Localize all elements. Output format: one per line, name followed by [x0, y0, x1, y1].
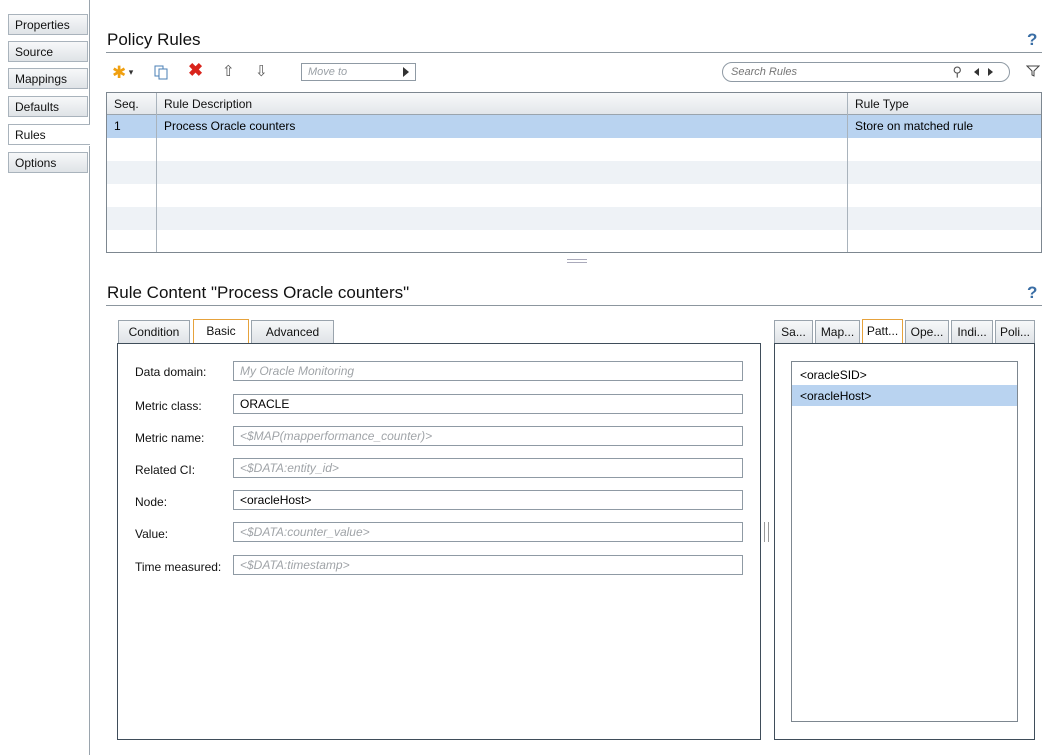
nav-item-label: Source	[15, 45, 54, 59]
field-label-data-domain: Data domain:	[135, 365, 207, 379]
filter-icon[interactable]	[1025, 64, 1041, 80]
data-domain-field[interactable]	[233, 361, 743, 381]
related-ci-field[interactable]	[233, 458, 743, 478]
search-next-icon[interactable]	[988, 68, 993, 76]
cell-seq: 1	[114, 119, 121, 133]
column-divider	[156, 93, 157, 252]
nav-item-label: Rules	[15, 128, 46, 142]
column-header-description[interactable]: Rule Description	[157, 93, 847, 115]
nav-item-label: Properties	[15, 18, 70, 32]
search-input[interactable]	[731, 65, 911, 79]
table-row-empty	[107, 161, 1041, 184]
horizontal-splitter-handle[interactable]	[567, 259, 587, 263]
nav-divider	[89, 0, 90, 124]
field-label-metric-name: Metric name:	[135, 431, 205, 445]
nav-item-defaults[interactable]: Defaults	[8, 96, 88, 117]
tab-label: Condition	[128, 325, 180, 339]
tab-patterns[interactable]: Patt...	[862, 319, 903, 343]
field-label-related-ci: Related CI:	[135, 463, 196, 477]
metric-name-field[interactable]	[233, 426, 743, 446]
metric-class-field[interactable]	[233, 394, 743, 414]
section-underline	[106, 305, 1042, 306]
column-header-type[interactable]: Rule Type	[848, 93, 1038, 115]
nav-item-label: Mappings	[15, 72, 68, 86]
cell-description: Process Oracle counters	[164, 119, 296, 133]
nav-item-mappings[interactable]: Mappings	[8, 68, 88, 89]
tab-operators[interactable]: Ope...	[905, 320, 949, 343]
chevron-right-icon	[403, 67, 409, 77]
table-row-empty	[107, 230, 1041, 252]
tab-label: Indi...	[957, 325, 987, 339]
tab-label: Poli...	[999, 325, 1030, 339]
tab-basic[interactable]: Basic	[193, 319, 249, 343]
tab-label: Map...	[820, 325, 855, 339]
cell-type: Store on matched rule	[855, 119, 974, 133]
tab-label: Patt...	[866, 324, 899, 338]
magnifier-icon[interactable]: ⚲	[952, 64, 962, 80]
nav-item-source[interactable]: Source	[8, 41, 88, 62]
search-previous-icon[interactable]	[974, 68, 979, 76]
tab-label: Sa...	[781, 325, 806, 339]
nav-item-label: Defaults	[15, 100, 60, 114]
section-underline	[106, 52, 1042, 53]
copy-icon[interactable]	[153, 64, 169, 80]
table-row-empty	[107, 138, 1041, 161]
search-rules-box: ⚲	[722, 62, 1010, 82]
tab-advanced[interactable]: Advanced	[251, 320, 334, 343]
table-header: Seq. Rule Description Rule Type	[107, 93, 1041, 115]
tab-policy[interactable]: Poli...	[995, 320, 1035, 343]
list-item[interactable]: <oracleHost>	[792, 385, 1017, 406]
vertical-splitter-handle[interactable]	[764, 522, 769, 542]
move-to-dropdown[interactable]: Move to	[301, 63, 416, 81]
tab-label: Basic	[206, 324, 236, 338]
column-divider	[847, 93, 848, 252]
node-field[interactable]	[233, 490, 743, 510]
asterisk-new-icon[interactable]: ✱ ▾	[112, 64, 133, 81]
move-to-placeholder: Move to	[308, 66, 348, 78]
nav-item-properties[interactable]: Properties	[8, 14, 88, 35]
nav-item-options[interactable]: Options	[8, 152, 88, 173]
nav-item-rules[interactable]: Rules	[8, 124, 90, 145]
pattern-list: <oracleSID> <oracleHost>	[791, 361, 1018, 722]
tab-mappings[interactable]: Map...	[815, 320, 860, 343]
value-field[interactable]	[233, 522, 743, 542]
list-item[interactable]: <oracleSID>	[792, 364, 1017, 385]
help-icon[interactable]: ?	[1027, 283, 1037, 303]
time-measured-field[interactable]	[233, 555, 743, 575]
delete-x-icon[interactable]: ✖	[188, 61, 203, 79]
field-label-node: Node:	[135, 495, 168, 509]
field-label-value: Value:	[135, 527, 169, 541]
tab-samples[interactable]: Sa...	[774, 320, 813, 343]
table-row-empty	[107, 207, 1041, 230]
field-label-metric-class: Metric class:	[135, 399, 202, 413]
tab-indicators[interactable]: Indi...	[951, 320, 993, 343]
tab-condition[interactable]: Condition	[118, 320, 190, 343]
table-row[interactable]: 1 Process Oracle counters Store on match…	[107, 115, 1041, 138]
section-title: Policy Rules	[107, 30, 201, 49]
tab-label: Advanced	[265, 325, 320, 339]
rule-content-title: Rule Content "Process Oracle counters"	[107, 283, 410, 302]
policy-nav: Properties Source Mappings Defaults Rule…	[0, 0, 90, 755]
tab-label: Ope...	[910, 325, 944, 339]
table-row-empty	[107, 184, 1041, 207]
move-up-icon[interactable]: ⇧	[222, 64, 235, 80]
move-down-icon[interactable]: ⇩	[255, 64, 268, 80]
column-header-seq[interactable]: Seq.	[107, 93, 157, 115]
nav-divider	[89, 146, 90, 755]
field-label-time-measured: Time measured:	[135, 560, 222, 574]
nav-item-label: Options	[15, 156, 57, 170]
help-icon[interactable]: ?	[1027, 30, 1037, 50]
rules-table: Seq. Rule Description Rule Type 1 Proces…	[106, 92, 1042, 253]
